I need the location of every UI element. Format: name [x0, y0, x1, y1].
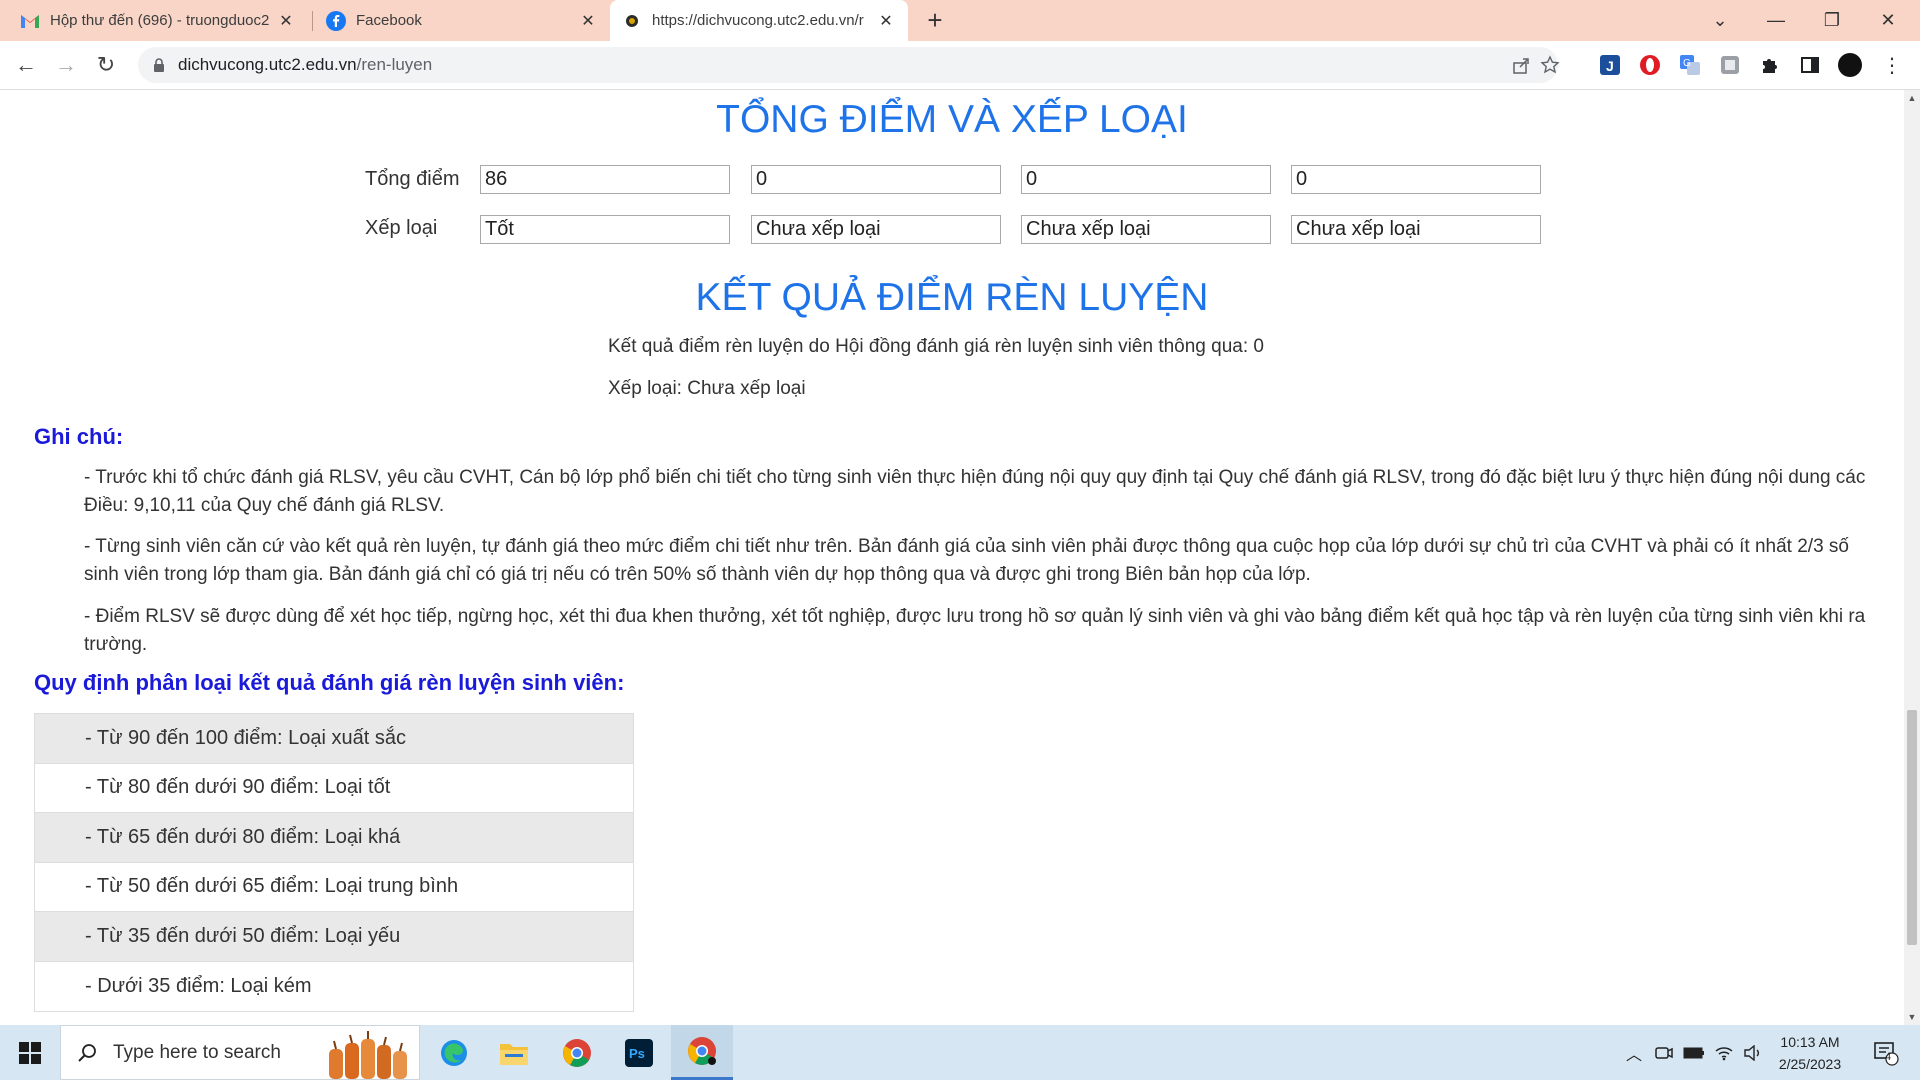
side-panel-icon[interactable]	[1798, 53, 1822, 77]
back-button[interactable]: ←	[10, 49, 42, 81]
rank-field-1[interactable]	[480, 215, 730, 244]
total-score-field-1[interactable]	[480, 165, 730, 194]
restore-button[interactable]: ❐	[1804, 0, 1860, 41]
battery-icon[interactable]	[1680, 1025, 1708, 1080]
total-score-field-2[interactable]	[751, 165, 1001, 194]
forward-button[interactable]: →	[50, 49, 82, 81]
tab-facebook[interactable]: Facebook ✕	[314, 0, 610, 41]
result-title: KẾT QUẢ ĐIỂM RÈN LUYỆN	[695, 276, 1209, 319]
meet-now-icon[interactable]	[1650, 1025, 1678, 1080]
close-tab-icon[interactable]: ✕	[276, 11, 296, 31]
search-icon	[78, 1043, 96, 1062]
browser-toolbar: ← → ↻ dichvucong.utc2.edu.vn/ren-luyen J…	[0, 41, 1920, 90]
edge-app-icon[interactable]	[425, 1025, 483, 1080]
site-icon	[622, 11, 642, 31]
close-tab-icon[interactable]: ✕	[578, 11, 598, 31]
facebook-icon	[326, 10, 346, 31]
tab-active-site[interactable]: https://dichvucong.utc2.edu.vn/r ✕	[610, 0, 908, 41]
tab-search-icon[interactable]: ⌄	[1692, 0, 1748, 41]
search-placeholder: Type here to search	[113, 1041, 281, 1063]
total-score-field-4[interactable]	[1291, 165, 1541, 194]
file-explorer-icon[interactable]	[485, 1025, 543, 1080]
browser-tab-bar: Hộp thư đến (696) - truongduoc2 ✕ Facebo…	[0, 0, 1920, 41]
extension-j-icon[interactable]: J	[1598, 53, 1622, 77]
ranking-heading: Quy định phân loại kết quả đánh giá rèn …	[34, 670, 625, 695]
close-tab-icon[interactable]: ✕	[876, 11, 896, 31]
clock-time: 10:13 AM	[1780, 1034, 1840, 1050]
show-hidden-icons-chevron-icon[interactable]: ︿	[1620, 1025, 1648, 1080]
ranking-row: - Từ 90 đến 100 điểm: Loại xuất sắc	[35, 714, 633, 764]
extension-gray-icon[interactable]	[1718, 53, 1742, 77]
svg-text:G: G	[1683, 58, 1691, 69]
extensions-puzzle-icon[interactable]	[1758, 53, 1782, 77]
chrome-menu-icon[interactable]: ⋮	[1880, 53, 1904, 77]
ranking-row: - Từ 65 đến dưới 80 điểm: Loại khá	[35, 813, 633, 863]
rank-field-2[interactable]	[751, 215, 1001, 244]
url-host: dichvucong.utc2.edu.vn	[178, 55, 357, 74]
svg-text:J: J	[1606, 58, 1614, 74]
volume-icon[interactable]	[1740, 1025, 1766, 1080]
minimize-button[interactable]: —	[1748, 0, 1804, 41]
url-text: dichvucong.utc2.edu.vn/ren-luyen	[178, 55, 432, 75]
search-highlight-image	[329, 1031, 407, 1079]
url-path: /ren-luyen	[356, 55, 433, 74]
rank-field-3[interactable]	[1021, 215, 1271, 244]
notes-heading: Ghi chú:	[34, 424, 124, 449]
tab-title: Hộp thư đến (696) - truongduoc2	[50, 12, 270, 29]
photoshop-app-icon[interactable]: Ps	[610, 1025, 668, 1080]
gmail-icon	[20, 11, 40, 31]
page-scrollbar[interactable]: ▲ ▼	[1904, 90, 1920, 1025]
scroll-up-arrow[interactable]: ▲	[1904, 90, 1920, 106]
council-rank-text: Xếp loại: Chưa xếp loại	[608, 378, 806, 399]
new-tab-button[interactable]: +	[920, 6, 950, 36]
svg-text:Ps: Ps	[629, 1046, 645, 1061]
notification-center-icon[interactable]: 4	[1864, 1025, 1908, 1080]
ranking-row: - Từ 50 đến dưới 65 điểm: Loại trung bìn…	[35, 863, 633, 912]
tab-divider	[312, 11, 313, 31]
close-window-button[interactable]: ✕	[1860, 0, 1916, 41]
windows-taskbar: Type here to search Ps ︿ 10:13 AM 2/25/2…	[0, 1025, 1920, 1080]
chrome-active-window-icon[interactable]	[671, 1025, 733, 1080]
note-item: - Trước khi tổ chức đánh giá RLSV, yêu c…	[84, 467, 1866, 516]
bookmark-star-icon[interactable]	[1540, 55, 1560, 75]
note-item: - Từng sinh viên căn cứ vào kết quả rèn …	[84, 536, 1849, 585]
summary-title: TỔNG ĐIỂM VÀ XẾP LOẠI	[716, 98, 1188, 141]
scrollbar-thumb[interactable]	[1907, 710, 1917, 945]
system-clock[interactable]: 10:13 AM 2/25/2023	[1770, 1031, 1850, 1075]
ranking-row: - Dưới 35 điểm: Loại kém	[85, 974, 312, 997]
ranking-row: - Từ 80 đến dưới 90 điểm: Loại tốt	[35, 764, 633, 813]
lock-icon	[154, 58, 164, 72]
note-item: - Điểm RLSV sẽ được dùng để xét học tiếp…	[84, 606, 1866, 655]
profile-avatar[interactable]	[1838, 53, 1862, 77]
address-bar[interactable]: dichvucong.utc2.edu.vn/ren-luyen	[138, 47, 1560, 83]
ranking-table: - Từ 90 đến 100 điểm: Loại xuất sắc - Từ…	[34, 713, 634, 1012]
chrome-app-icon[interactable]	[548, 1025, 606, 1080]
total-score-field-3[interactable]	[1021, 165, 1271, 194]
windows-start-icon[interactable]	[0, 1025, 60, 1080]
extension-translate-icon[interactable]: G	[1678, 53, 1702, 77]
taskbar-search-box[interactable]: Type here to search	[60, 1025, 420, 1080]
page-content: TỔNG ĐIỂM VÀ XẾP LOẠI Tổng điểm Xếp loại…	[0, 90, 1904, 1025]
notification-count-badge: 4	[1885, 1051, 1892, 1063]
clock-date: 2/25/2023	[1778, 1056, 1842, 1072]
wifi-icon[interactable]	[1710, 1025, 1738, 1080]
tab-title: https://dichvucong.utc2.edu.vn/r	[652, 12, 864, 29]
ranking-row: - Từ 35 đến dưới 50 điểm: Loại yếu	[35, 912, 633, 962]
reload-button[interactable]: ↻	[90, 49, 122, 81]
tab-gmail[interactable]: Hộp thư đến (696) - truongduoc2 ✕	[8, 0, 308, 41]
rank-field-4[interactable]	[1291, 215, 1541, 244]
rank-label: Xếp loại	[365, 217, 438, 239]
tab-title: Facebook	[356, 12, 422, 29]
council-result-text: Kết quả điểm rèn luyện do Hội đồng đánh …	[608, 336, 1264, 357]
total-score-label: Tổng điểm	[365, 168, 460, 190]
share-icon[interactable]	[1511, 55, 1531, 75]
scroll-down-arrow[interactable]: ▼	[1904, 1009, 1920, 1025]
extension-opera-icon[interactable]	[1638, 53, 1662, 77]
